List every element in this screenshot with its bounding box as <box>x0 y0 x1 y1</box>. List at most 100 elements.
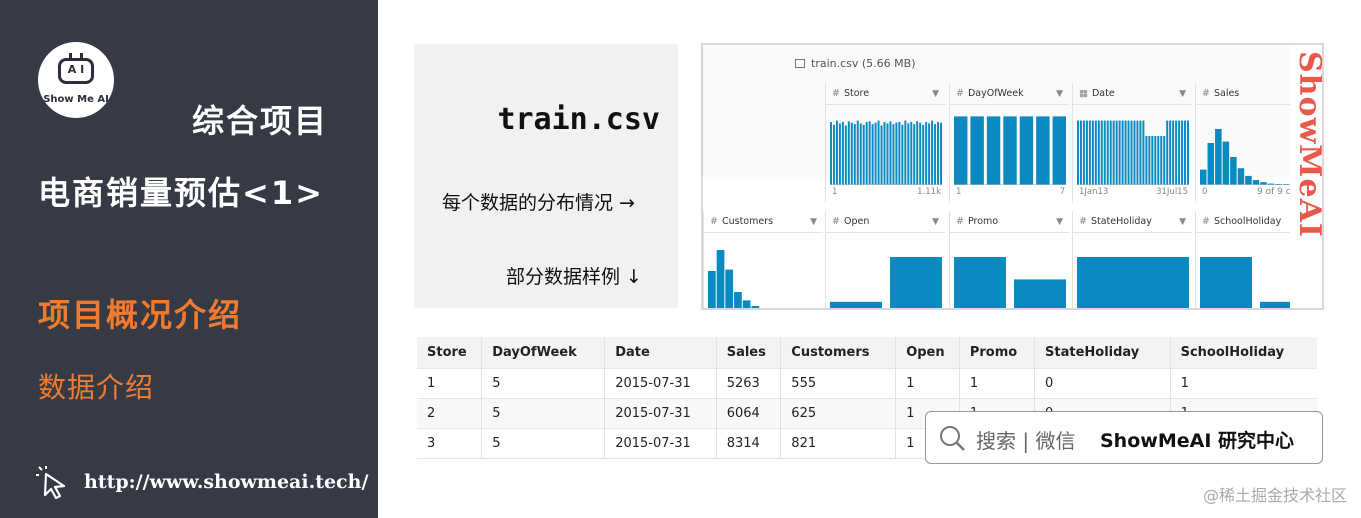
table-cell: 2015-07-31 <box>604 367 717 398</box>
distribution-bar <box>708 271 716 308</box>
distribution-bar <box>910 122 913 185</box>
dataset-preview: train.csv (5.66 MB) 9 of 9 co # Store ▼ 1 1.… <box>701 43 1324 310</box>
table-row: 1 5 2015-07-31 5263 555 1 1 0 1 <box>417 367 1317 398</box>
distribution-bar <box>1124 120 1127 185</box>
distribution-bar <box>838 123 841 185</box>
filter-icon[interactable]: ▼ <box>1179 211 1186 233</box>
distribution-bar <box>760 309 768 310</box>
distribution-bar <box>1200 257 1252 308</box>
column-name: Store <box>843 88 870 99</box>
distribution-bar <box>1100 120 1103 185</box>
section-heading: 项目概况介绍 <box>38 296 243 334</box>
table-cell: 5263 <box>715 367 781 398</box>
filter-icon[interactable]: ▼ <box>810 211 817 233</box>
numeric-type-icon: # <box>1079 216 1087 227</box>
distribution-bar <box>734 292 742 308</box>
column-header-promo: Promo <box>958 337 1035 368</box>
column-header[interactable]: # Store ▼ <box>826 83 945 105</box>
filter-icon[interactable]: ▼ <box>932 211 939 233</box>
numeric-type-icon: # <box>710 216 718 227</box>
filter-icon[interactable]: ▼ <box>1179 83 1186 105</box>
distribution-bar <box>1207 143 1215 185</box>
distribution-bar <box>1088 120 1091 185</box>
column-header[interactable]: # StateHoliday ▼ <box>1073 211 1192 233</box>
distribution-bar <box>1230 157 1237 185</box>
table-cell: 8314 <box>715 427 781 459</box>
search-prompt: 搜索 | 微信 <box>976 429 1076 453</box>
distribution-bar <box>934 124 937 185</box>
distribution-bar <box>1175 120 1178 185</box>
column-card-date[interactable]: ▦ Date ▼ 1Jan13 31Jul15 <box>1072 83 1192 203</box>
distribution-bar <box>850 122 853 185</box>
distribution-bar <box>844 125 847 185</box>
lesson-title: 电商销量预估<1> <box>38 174 324 212</box>
column-header[interactable]: # Open ▼ <box>826 211 945 233</box>
distribution-bar <box>986 116 1001 185</box>
logo-text: Show Me AI <box>43 94 109 105</box>
distribution-bar <box>1036 116 1050 185</box>
distribution-bar <box>1109 120 1112 185</box>
column-card-stateholiday[interactable]: #StateHoliday▼00 <box>1072 211 1192 308</box>
distribution-bar <box>1097 120 1100 185</box>
column-header-store: Store <box>417 337 482 368</box>
column-card-promo[interactable]: #Promo▼01 <box>949 211 1069 308</box>
distribution-bar <box>1019 116 1034 185</box>
distribution-bar <box>1151 136 1154 185</box>
distribution-bar <box>904 120 907 185</box>
table-cell: 1 <box>895 367 960 398</box>
numeric-type-icon: # <box>1202 88 1210 99</box>
distribution-bar <box>1082 120 1085 185</box>
distribution-bar <box>1157 136 1160 185</box>
table-header-row: Store DayOfWeek Date Sales Customers Open Prom… <box>417 337 1317 368</box>
logo-face-text: A I <box>67 63 85 76</box>
distribution-bar <box>1142 120 1145 185</box>
distribution-bar <box>1139 120 1142 185</box>
column-card-store[interactable]: # Store ▼ 1 1.11k <box>825 83 945 203</box>
distribution-bar <box>877 120 880 185</box>
filter-icon[interactable]: ▼ <box>1056 211 1063 233</box>
distribution-bar <box>1200 169 1207 185</box>
footer-credit: @稀土掘金技术社区 <box>1202 486 1347 505</box>
website-link[interactable]: http://www.showmeai.tech/ <box>84 471 368 493</box>
distribution-bar <box>847 121 850 185</box>
distribution-chart <box>954 257 1066 308</box>
distribution-bar <box>1136 120 1139 185</box>
table-cell: 1 <box>417 367 482 398</box>
filter-icon[interactable]: ▼ <box>932 83 939 105</box>
distribution-bar <box>1077 257 1189 308</box>
distribution-bar <box>928 123 931 185</box>
preview-file-label: train.csv (5.66 MB) <box>811 57 916 70</box>
distribution-bar <box>1052 116 1066 185</box>
distribution-bar <box>859 123 862 185</box>
column-card-customers[interactable]: #Customers▼07.39k <box>703 211 823 310</box>
distribution-bar <box>1245 175 1252 185</box>
sample-label: 部分数据样例 ↓ <box>506 266 642 288</box>
table-cell: 625 <box>780 397 896 428</box>
column-header[interactable]: # Customers ▼ <box>704 211 823 233</box>
wechat-search-box[interactable]: 搜索 | 微信 ShowMeAI 研究中心 <box>925 411 1323 464</box>
distribution-chart <box>830 120 942 185</box>
column-card-open[interactable]: #Open▼01 <box>825 211 945 308</box>
cursor-click-icon <box>36 466 66 500</box>
filter-icon[interactable]: ▼ <box>1056 83 1063 105</box>
distribution-bar <box>1166 120 1169 185</box>
column-card-dayofweek[interactable]: # DayOfWeek ▼ 1 7 <box>949 83 1069 203</box>
watermark-text: ShowMeAI <box>1292 51 1324 238</box>
robot-icon: A I <box>58 53 94 84</box>
distribution-bar <box>898 122 901 185</box>
sidebar: A I Show Me AI 综合项目 电商销量预估<1> 项目概况介绍 数据介… <box>0 0 378 518</box>
column-header[interactable]: # DayOfWeek ▼ <box>950 83 1069 105</box>
table-cell: 2 <box>417 397 482 428</box>
numeric-type-icon: # <box>832 88 840 99</box>
numeric-type-icon: # <box>956 216 964 227</box>
distribution-bar <box>886 123 889 185</box>
distribution-bar <box>862 124 865 185</box>
column-header[interactable]: ▦ Date ▼ <box>1073 83 1192 105</box>
intro-filename: train.csv <box>497 102 660 137</box>
column-name: DayOfWeek <box>967 88 1024 99</box>
showmeai-logo[interactable]: A I Show Me AI <box>38 42 114 118</box>
table-cell: 6064 <box>715 397 781 428</box>
column-header[interactable]: # Promo ▼ <box>950 211 1069 233</box>
table-cell: 5 <box>481 397 605 428</box>
distribution-bar <box>874 122 877 185</box>
